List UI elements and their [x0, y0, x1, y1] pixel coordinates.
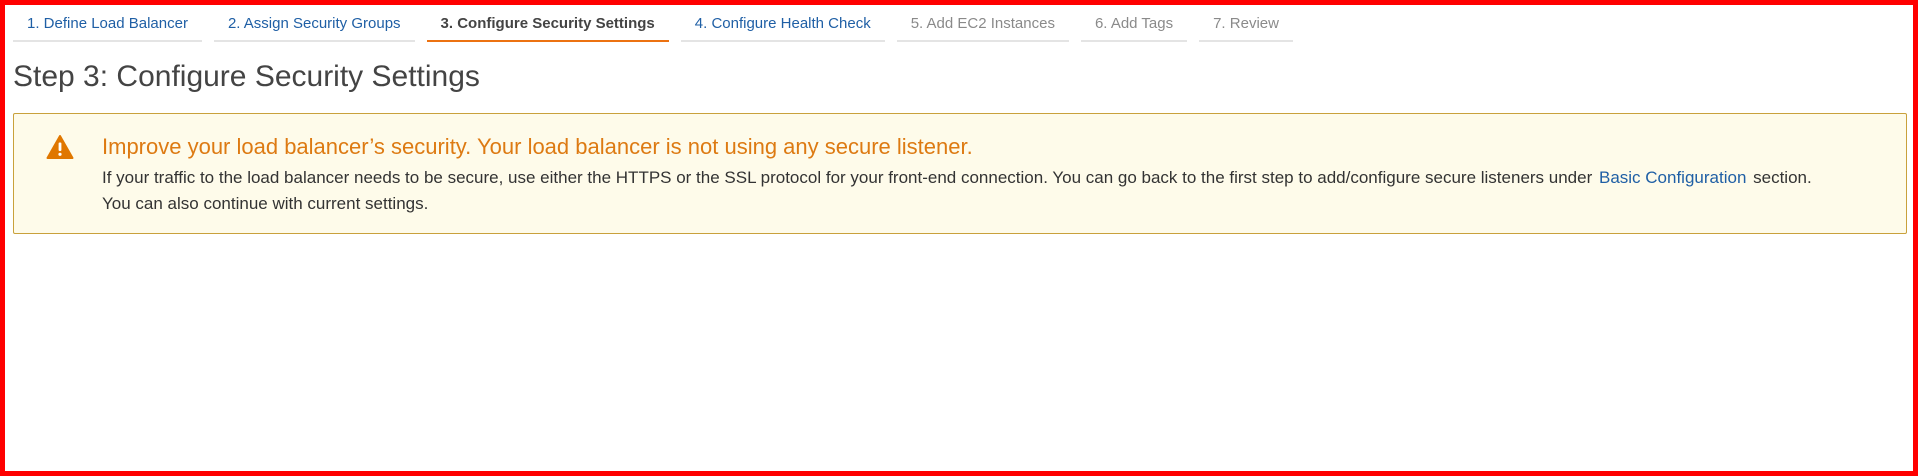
tab-configure-health-check[interactable]: 4. Configure Health Check: [680, 8, 885, 42]
alert-title: Improve your load balancer’s security. Y…: [102, 134, 973, 159]
tab-add-tags[interactable]: 6. Add Tags: [1080, 8, 1188, 42]
alert-message: If your traffic to the load balancer nee…: [102, 165, 1892, 217]
tab-assign-security-groups[interactable]: 2. Assign Security Groups: [213, 8, 415, 42]
security-warning-alert: Improve your load balancer’s security. Y…: [13, 113, 1907, 234]
alert-message-line-2: You can also continue with current setti…: [102, 194, 429, 213]
alert-text-before-link: If your traffic to the load balancer nee…: [102, 168, 1597, 187]
warning-icon: [46, 134, 74, 160]
tab-define-load-balancer[interactable]: 1. Define Load Balancer: [13, 8, 202, 42]
tab-add-ec2-instances[interactable]: 5. Add EC2 Instances: [896, 8, 1069, 42]
tab-review[interactable]: 7. Review: [1199, 8, 1293, 42]
tab-configure-security-settings[interactable]: 3. Configure Security Settings: [426, 8, 669, 42]
alert-text-after-link: section.: [1748, 168, 1812, 187]
page-title: Step 3: Configure Security Settings: [13, 60, 480, 93]
alert-message-line-1: If your traffic to the load balancer nee…: [102, 165, 1892, 191]
basic-configuration-link[interactable]: Basic Configuration: [1597, 168, 1748, 187]
wizard-steps: 1. Define Load Balancer 2. Assign Securi…: [13, 8, 1305, 42]
